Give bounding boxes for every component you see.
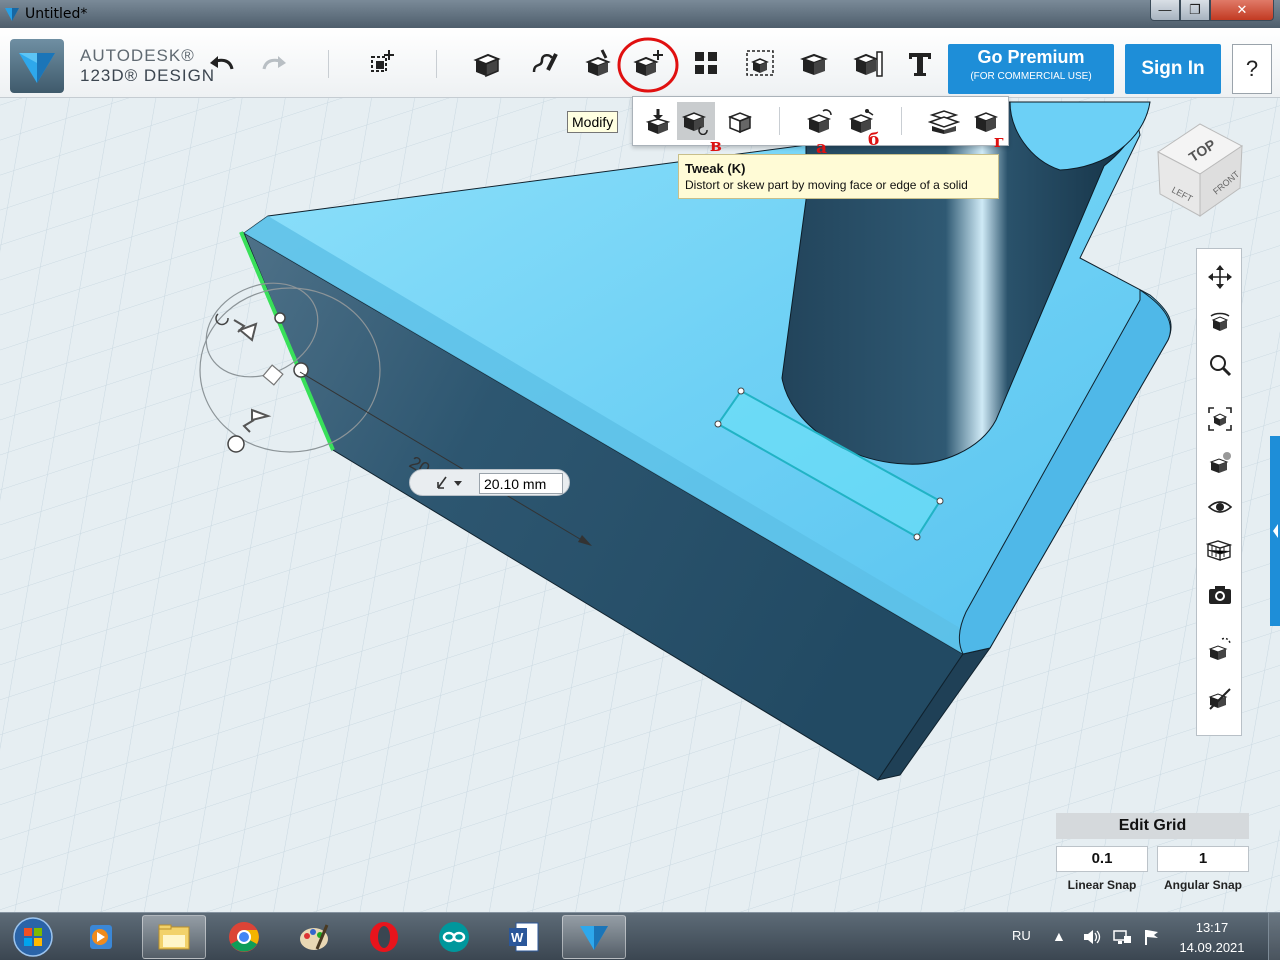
- measure-icon[interactable]: [848, 43, 888, 83]
- dimension-input[interactable]: [479, 473, 563, 494]
- annotation-b: б: [868, 130, 880, 150]
- edit-grid-title[interactable]: Edit Grid: [1056, 813, 1249, 839]
- go-premium-button[interactable]: Go Premium (FOR COMMERCIAL USE): [948, 44, 1114, 94]
- angular-snap-value[interactable]: 1: [1157, 846, 1249, 872]
- view-cube[interactable]: TOP LEFT FRONT: [1150, 112, 1250, 222]
- tweak-tooltip-title: Tweak (K): [685, 161, 746, 176]
- maximize-button[interactable]: ❐: [1180, 0, 1210, 21]
- material-icon[interactable]: [1204, 535, 1236, 567]
- taskbar-chrome[interactable]: [212, 915, 276, 959]
- taskbar: W RU ▲ 13:17 14.09.2021: [0, 912, 1280, 960]
- zoom-icon[interactable]: [1204, 349, 1236, 381]
- tweak-tooltip: Tweak (K) Distort or skew part by moving…: [678, 154, 999, 199]
- tray-expand-icon[interactable]: ▲: [1052, 928, 1066, 944]
- undo-icon[interactable]: [202, 43, 242, 83]
- fillet-icon[interactable]: [801, 102, 839, 140]
- svg-text:W: W: [511, 930, 524, 945]
- linear-snap-value[interactable]: 0.1: [1056, 846, 1148, 872]
- language-indicator[interactable]: RU: [1012, 928, 1031, 943]
- 3d-viewport[interactable]: 20: [0, 98, 1280, 912]
- go-premium-sublabel: (FOR COMMERCIAL USE): [970, 71, 1092, 82]
- close-button[interactable]: ✕: [1210, 0, 1274, 21]
- title-bar: Untitled* — ❐ ✕: [0, 0, 1280, 28]
- app-logo[interactable]: [10, 39, 64, 93]
- modify-tooltip: Modify: [567, 111, 619, 133]
- visibility-icon[interactable]: [1204, 491, 1236, 523]
- minimize-button[interactable]: —: [1150, 0, 1180, 21]
- taskbar-explorer[interactable]: [142, 915, 206, 959]
- main-toolbar: AUTODESK® 123D® DESIGN Go Premium (FOR C…: [0, 28, 1280, 98]
- taskbar-123d-design[interactable]: [562, 915, 626, 959]
- side-panel-tab[interactable]: [1270, 436, 1280, 626]
- snap-tool-icon[interactable]: [1204, 633, 1236, 665]
- pattern-icon[interactable]: [686, 43, 726, 83]
- taskbar-opera[interactable]: [352, 915, 416, 959]
- annotation-circle: [617, 37, 679, 93]
- taskbar-paint[interactable]: [282, 915, 346, 959]
- primitives-icon[interactable]: [466, 43, 506, 83]
- text-icon[interactable]: [900, 43, 940, 83]
- construct-icon[interactable]: [578, 43, 618, 83]
- linear-snap-label: Linear Snap: [1067, 878, 1137, 892]
- combine-icon[interactable]: [794, 43, 834, 83]
- window-title: Untitled*: [25, 6, 88, 22]
- app-logo-icon: [5, 8, 19, 21]
- taskbar-word[interactable]: W: [492, 915, 556, 959]
- brand-line-2: 123D® DESIGN: [80, 66, 216, 85]
- fit-icon[interactable]: [1204, 403, 1236, 435]
- taskbar-media-player[interactable]: [68, 915, 132, 959]
- redo-icon[interactable]: [254, 43, 294, 83]
- clock-date[interactable]: 14.09.2021: [1176, 940, 1248, 955]
- go-premium-label: Go Premium: [977, 47, 1085, 67]
- scene-canvas[interactable]: 20: [0, 98, 1280, 912]
- split-solid-icon[interactable]: [925, 102, 963, 140]
- annotation-v: в: [710, 136, 722, 156]
- logo-icon: [19, 53, 55, 83]
- navigation-bar: [1196, 248, 1242, 736]
- split-face-icon[interactable]: [721, 102, 759, 140]
- action-center-icon[interactable]: [1142, 928, 1162, 949]
- network-icon[interactable]: [1112, 928, 1132, 949]
- brand-line-1: AUTODESK®: [80, 46, 195, 65]
- annotation-g: г: [994, 132, 1005, 152]
- start-button[interactable]: [6, 915, 60, 959]
- hide-icon[interactable]: [1204, 683, 1236, 715]
- angular-snap-label: Angular Snap: [1163, 878, 1242, 892]
- dimension-widget: [409, 469, 570, 496]
- tweak-icon[interactable]: [677, 102, 715, 140]
- sketch-icon[interactable]: [524, 43, 564, 83]
- clock-time[interactable]: 13:17: [1180, 920, 1244, 935]
- transform-icon[interactable]: [362, 43, 402, 83]
- sign-in-button[interactable]: Sign In: [1125, 44, 1221, 94]
- orbit-icon[interactable]: [1204, 305, 1236, 337]
- edit-grid-panel: Edit Grid 0.1 1 Linear Snap Angular Snap: [1056, 813, 1249, 895]
- views-icon[interactable]: [1204, 447, 1236, 479]
- dimension-mode-dropdown[interactable]: [432, 473, 472, 493]
- pan-icon[interactable]: [1204, 261, 1236, 293]
- press-pull-icon[interactable]: [639, 102, 677, 140]
- volume-icon[interactable]: [1082, 928, 1102, 949]
- help-button[interactable]: ?: [1232, 44, 1272, 94]
- screenshot-icon[interactable]: [1204, 579, 1236, 611]
- tweak-tooltip-description: Distort or skew part by moving face or e…: [685, 178, 968, 192]
- taskbar-arduino[interactable]: [422, 915, 486, 959]
- show-desktop-button[interactable]: [1268, 913, 1280, 960]
- grouping-icon[interactable]: [740, 43, 780, 83]
